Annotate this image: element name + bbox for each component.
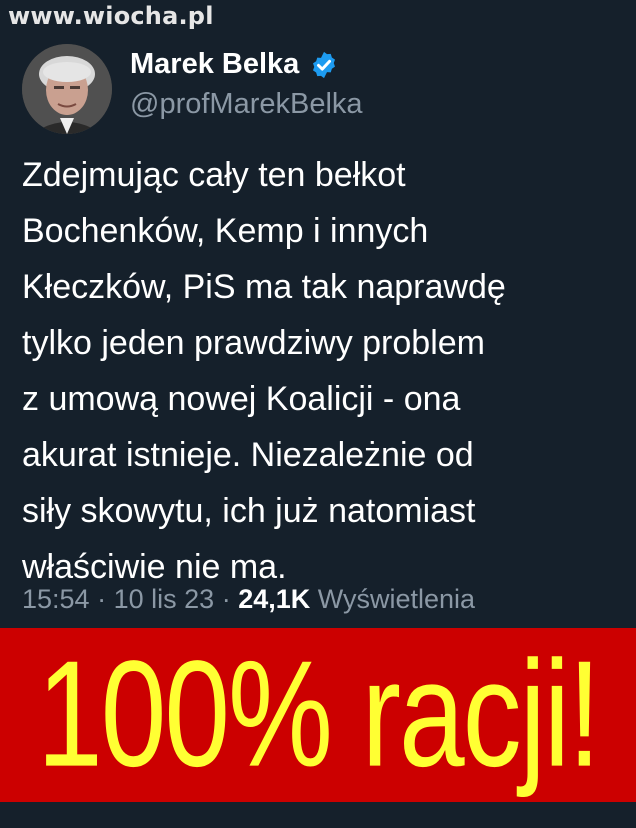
author-handle[interactable]: @profMarekBelka: [130, 88, 363, 121]
tweet-text: Zdejmując cały ten bełkot Bochenków, Kem…: [22, 147, 622, 595]
tweet-line: siły skowytu, ich już natomiast: [22, 492, 476, 530]
tweet-line: z umową nowej Koalicji - ona: [22, 380, 461, 418]
author-name[interactable]: Marek Belka: [130, 48, 299, 81]
profile-photo: [22, 44, 112, 134]
tweet-line: Kłeczków, PiS ma tak naprawdę: [22, 268, 506, 306]
watermark: www.wiocha.pl: [8, 2, 214, 30]
avatar[interactable]: [22, 44, 112, 134]
tweet-line: Zdejmując cały ten bełkot: [22, 156, 406, 194]
tweet-line: tylko jeden prawdziwy problem: [22, 324, 485, 362]
author-row: Marek Belka: [130, 48, 339, 81]
tweet-line: Bochenków, Kemp i innych: [22, 212, 429, 250]
verified-badge-icon: [313, 51, 336, 78]
caption-text: 100% racji!: [37, 629, 601, 799]
tweet-line: akurat istnieje. Niezależnie od: [22, 436, 474, 474]
